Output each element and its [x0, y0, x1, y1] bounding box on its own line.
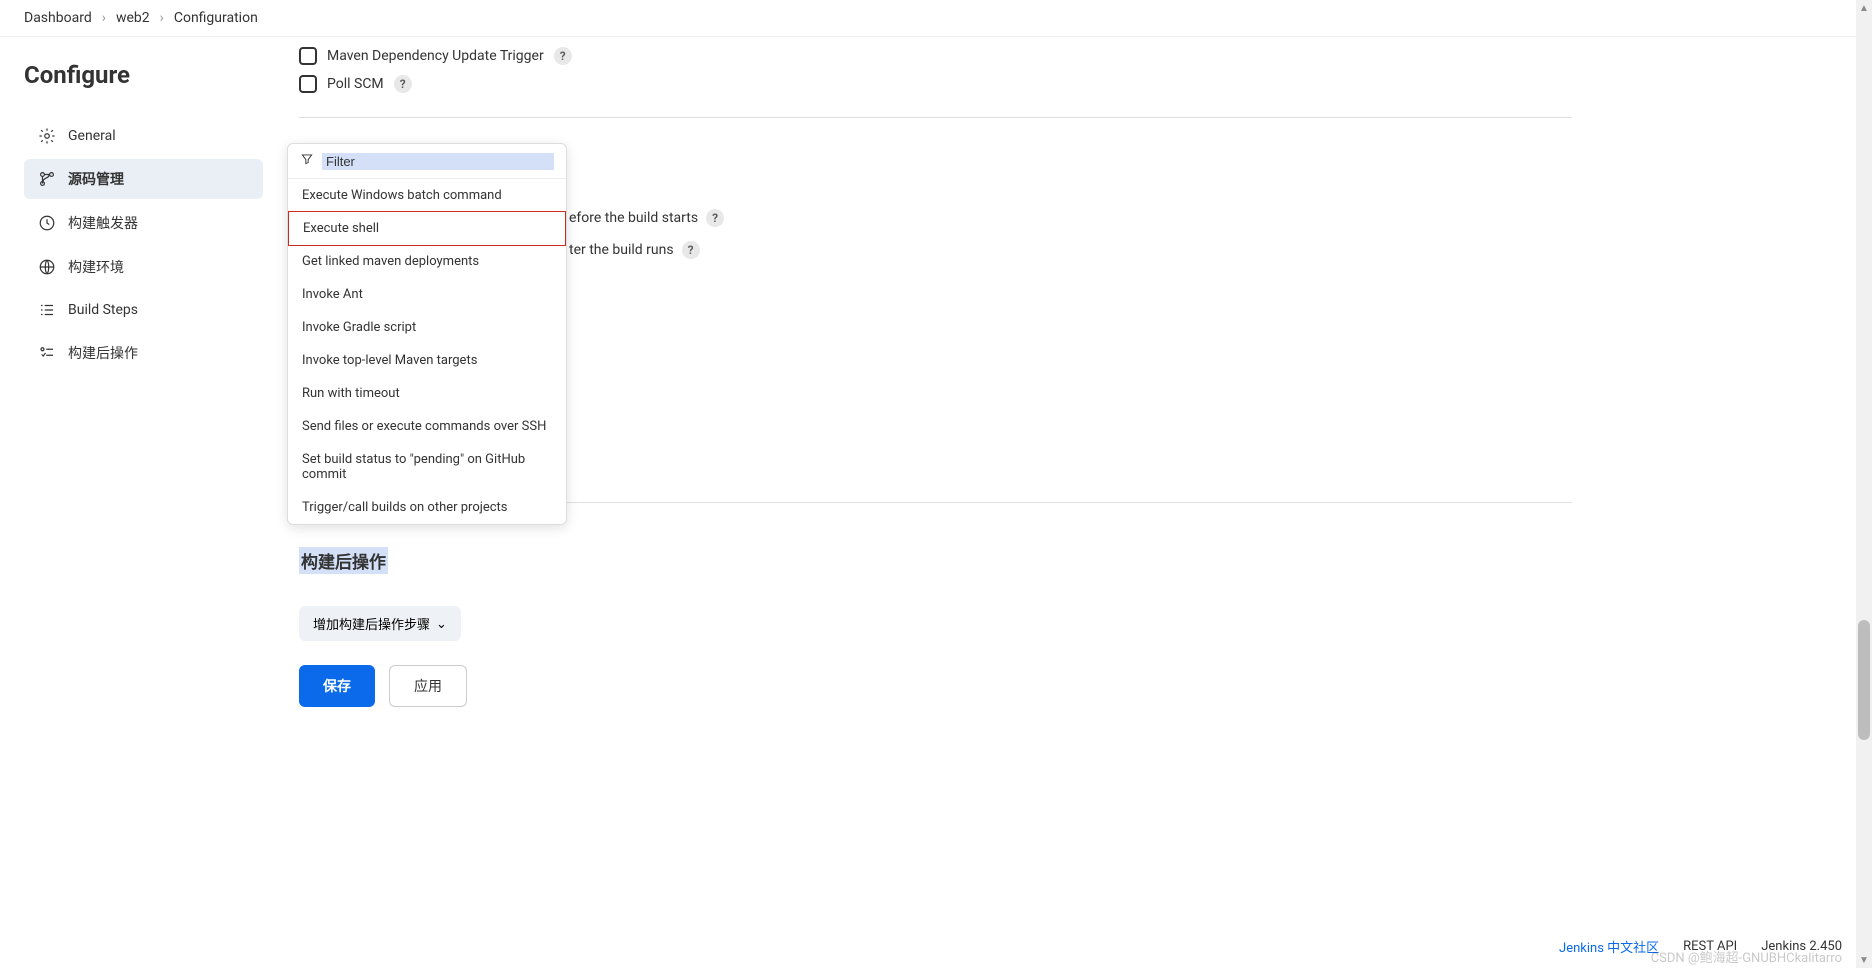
dropdown-item[interactable]: Send files or execute commands over SSH — [288, 410, 566, 443]
section-post-build: 构建后操作 — [299, 547, 388, 574]
dropdown-item-execute-shell[interactable]: Execute shell — [288, 211, 566, 246]
dropdown-item[interactable]: Invoke Gradle script — [288, 311, 566, 344]
apply-button[interactable]: 应用 — [389, 665, 467, 707]
chevron-down-icon: ⌄ — [436, 616, 447, 632]
help-icon[interactable]: ? — [394, 75, 412, 93]
sidebar-item-label: 构建环境 — [68, 257, 124, 277]
trigger-maven-row: Maven Dependency Update Trigger ? — [299, 47, 1572, 65]
sidebar-item-label: General — [68, 128, 116, 144]
chevron-right-icon: › — [102, 10, 106, 26]
button-label: 增加构建后操作步骤 — [313, 614, 430, 633]
checkbox[interactable] — [299, 47, 317, 65]
breadcrumb-item[interactable]: web2 — [116, 10, 150, 26]
dropdown-item[interactable]: Invoke top-level Maven targets — [288, 344, 566, 377]
checklist-icon — [38, 344, 56, 362]
help-icon[interactable]: ? — [706, 209, 724, 227]
build-step-dropdown: Execute Windows batch command Execute sh… — [287, 143, 567, 525]
sidebar-item-label: Build Steps — [68, 302, 138, 318]
sidebar-item-buildsteps[interactable]: Build Steps — [24, 291, 263, 329]
dropdown-item[interactable]: Run with timeout — [288, 377, 566, 410]
help-icon[interactable]: ? — [682, 241, 700, 259]
scroll-up-icon[interactable]: ▲ — [1856, 0, 1872, 16]
env-option-partial: ter the build runs — [569, 242, 674, 258]
sidebar-item-general[interactable]: General — [24, 117, 263, 155]
gear-icon — [38, 127, 56, 145]
env-option-partial: efore the build starts — [569, 210, 698, 226]
filter-icon — [300, 152, 314, 170]
main-content: Maven Dependency Update Trigger ? Poll S… — [275, 37, 1872, 747]
sidebar-item-label: 构建触发器 — [68, 213, 138, 233]
footer-community-link[interactable]: Jenkins 中文社区 — [1559, 937, 1659, 956]
add-post-build-button[interactable]: 增加构建后操作步骤 ⌄ — [299, 606, 461, 641]
dropdown-item[interactable]: Trigger/call builds on other projects — [288, 491, 566, 524]
list-icon — [38, 301, 56, 319]
action-bar: 保存 应用 — [299, 665, 1572, 707]
dropdown-filter — [288, 144, 566, 179]
breadcrumb: Dashboard › web2 › Configuration — [0, 0, 1872, 37]
branch-icon — [38, 170, 56, 188]
breadcrumb-item[interactable]: Dashboard — [24, 10, 92, 26]
scrollbar[interactable]: ▲ ▼ — [1856, 0, 1872, 968]
dropdown-item[interactable]: Execute Windows batch command — [288, 179, 566, 212]
checkbox[interactable] — [299, 75, 317, 93]
sidebar-item-env[interactable]: 构建环境 — [24, 247, 263, 287]
checkbox-label: Poll SCM — [327, 76, 384, 92]
dropdown-item[interactable]: Set build status to "pending" on GitHub … — [288, 443, 566, 491]
checkbox-label: Maven Dependency Update Trigger — [327, 48, 544, 64]
help-icon[interactable]: ? — [554, 47, 572, 65]
chevron-right-icon: › — [160, 10, 164, 26]
page-title: Configure — [24, 61, 263, 89]
filter-input[interactable] — [322, 153, 554, 170]
sidebar: Configure General 源码管理 构建触发器 构建环境 Build … — [0, 37, 275, 747]
divider — [299, 117, 1572, 118]
scroll-down-icon[interactable]: ▼ — [1856, 952, 1872, 968]
sidebar-item-postbuild[interactable]: 构建后操作 — [24, 333, 263, 373]
sidebar-item-label: 构建后操作 — [68, 343, 138, 363]
save-button[interactable]: 保存 — [299, 665, 375, 707]
scrollbar-thumb[interactable] — [1858, 620, 1870, 740]
dropdown-item[interactable]: Get linked maven deployments — [288, 245, 566, 278]
sidebar-item-label: 源码管理 — [68, 169, 124, 189]
breadcrumb-item[interactable]: Configuration — [174, 10, 258, 26]
dropdown-item[interactable]: Invoke Ant — [288, 278, 566, 311]
watermark: CSDN @鲍海超-GNUBHCkalitarro — [1651, 947, 1842, 966]
globe-icon — [38, 258, 56, 276]
sidebar-item-scm[interactable]: 源码管理 — [24, 159, 263, 199]
clock-icon — [38, 214, 56, 232]
sidebar-item-triggers[interactable]: 构建触发器 — [24, 203, 263, 243]
trigger-poll-row: Poll SCM ? — [299, 75, 1572, 93]
